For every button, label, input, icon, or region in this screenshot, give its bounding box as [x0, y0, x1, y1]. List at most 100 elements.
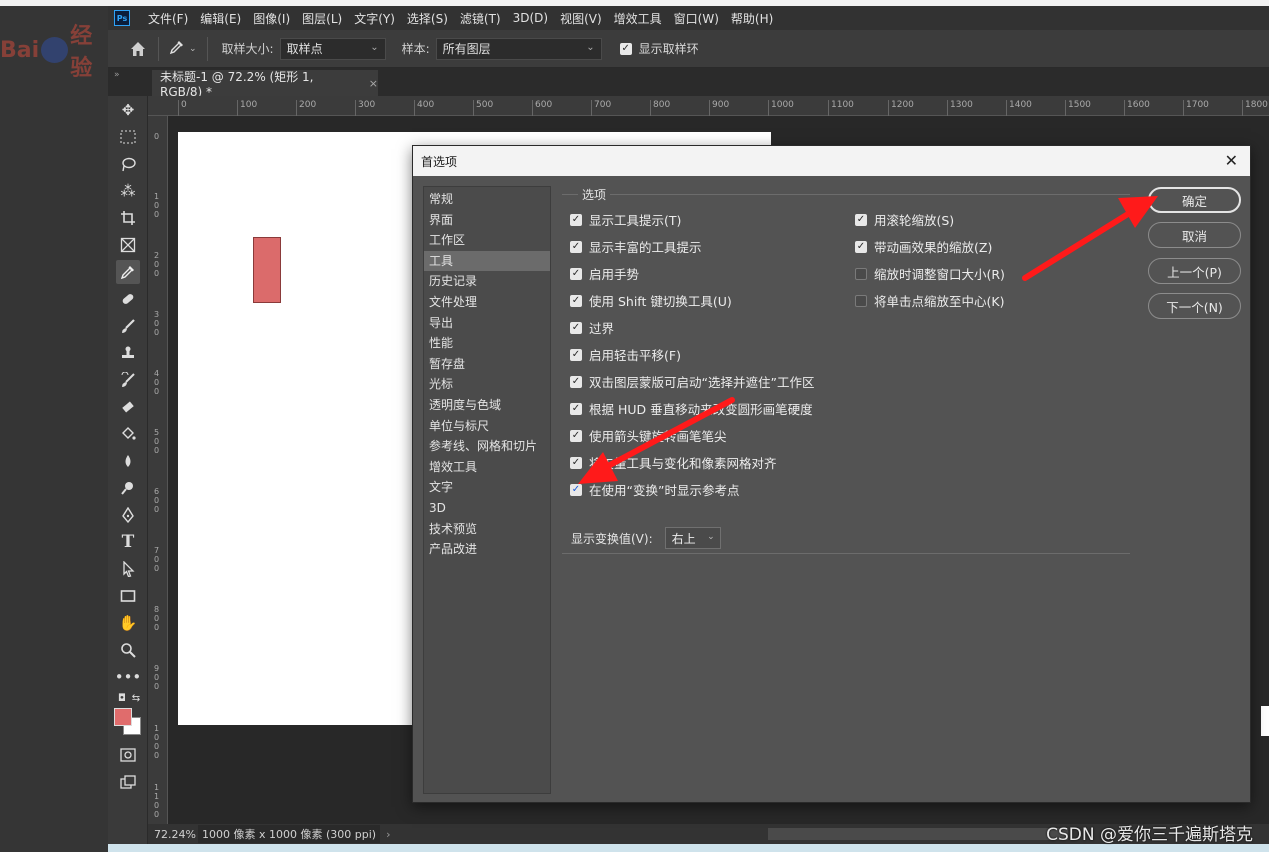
menu-type[interactable]: 文字(Y): [348, 10, 401, 27]
nav-item-general[interactable]: 常规: [424, 189, 550, 210]
sample-size-select[interactable]: 取样点 ⌄: [279, 37, 386, 60]
nav-item-guides[interactable]: 参考线、网格和切片: [424, 436, 550, 457]
checkbox-hud-hardness[interactable]: ✓ 根据 HUD 垂直移动来改变圆形画笔硬度: [570, 399, 813, 418]
toolbar-collapse[interactable]: »: [108, 68, 148, 96]
checkbox-shift-switch[interactable]: ✓ 使用 Shift 键切换工具(U): [570, 291, 732, 310]
show-sampling-ring-checkbox[interactable]: ✓ 显示取样环: [619, 40, 699, 57]
checkbox-zoom-scroll[interactable]: ✓ 用滚轮缩放(S): [855, 210, 954, 229]
nav-item-plugins[interactable]: 增效工具: [424, 457, 550, 478]
ok-button[interactable]: 确定: [1148, 187, 1241, 213]
blur-tool-icon[interactable]: [116, 449, 140, 473]
pen-tool-icon[interactable]: [116, 503, 140, 527]
crop-tool-icon[interactable]: [116, 206, 140, 230]
nav-item-product-improvement[interactable]: 产品改进: [424, 539, 550, 560]
checkbox-checked-icon: ✓: [855, 240, 867, 253]
nav-item-cursors[interactable]: 光标: [424, 374, 550, 395]
stamp-tool-icon[interactable]: [116, 341, 140, 365]
transform-values-select[interactable]: 右上 ⌄: [664, 527, 721, 549]
nav-item-scratch-disks[interactable]: 暂存盘: [424, 354, 550, 375]
ruler-tick: 1100: [828, 100, 854, 116]
history-brush-icon[interactable]: [116, 368, 140, 392]
nav-item-interface[interactable]: 界面: [424, 210, 550, 231]
menu-file[interactable]: 文件(F): [142, 10, 194, 27]
checkbox-label: 双击图层蒙版可启动“选择并遮住”工作区: [589, 375, 815, 390]
dodge-tool-icon[interactable]: [116, 476, 140, 500]
menu-plugins[interactable]: 增效工具: [608, 10, 668, 27]
paint-bucket-icon[interactable]: [116, 422, 140, 446]
checkbox-arrow-rotate-tip[interactable]: ✓ 使用箭头键旋转画笔笔尖: [570, 426, 727, 445]
close-icon[interactable]: ✕: [1225, 151, 1238, 170]
marquee-tool-icon[interactable]: [116, 125, 140, 149]
frame-tool-icon[interactable]: [116, 233, 140, 257]
nav-item-tech-preview[interactable]: 技术预览: [424, 519, 550, 540]
horizontal-scrollbar[interactable]: [768, 828, 1068, 840]
menu-image[interactable]: 图像(I): [247, 10, 296, 27]
healing-brush-icon[interactable]: [116, 287, 140, 311]
nav-item-type[interactable]: 文字: [424, 477, 550, 498]
nav-item-history[interactable]: 历史记录: [424, 271, 550, 292]
ruler-tick: 900: [709, 100, 729, 116]
menu-help[interactable]: 帮助(H): [725, 10, 779, 27]
swap-colors-icon[interactable]: ⇆: [124, 686, 148, 710]
screen-mode-icon[interactable]: [116, 770, 140, 794]
lasso-tool-icon[interactable]: [116, 152, 140, 176]
menu-select[interactable]: 选择(S): [401, 10, 454, 27]
menu-filter[interactable]: 滤镜(T): [454, 10, 507, 27]
menu-view[interactable]: 视图(V): [554, 10, 608, 27]
checkbox-zoom-clicked-center[interactable]: 将单击点缩放至中心(K): [855, 291, 1004, 310]
previous-button[interactable]: 上一个(P): [1148, 258, 1241, 284]
nav-item-transparency[interactable]: 透明度与色域: [424, 395, 550, 416]
nav-item-file-handling[interactable]: 文件处理: [424, 292, 550, 313]
outer-margin: [0, 6, 108, 852]
checkbox-show-tooltips[interactable]: ✓ 显示工具提示(T): [570, 210, 681, 229]
chevron-down-icon[interactable]: ⌄: [189, 44, 197, 54]
foreground-color-swatch[interactable]: [114, 708, 132, 726]
cancel-button[interactable]: 取消: [1148, 222, 1241, 248]
nav-item-tools[interactable]: 工具: [424, 250, 550, 272]
checkbox-snap-vector[interactable]: ✓ 将矢量工具与变化和像素网格对齐: [570, 453, 777, 472]
brush-tool-icon[interactable]: [116, 314, 140, 338]
menu-window[interactable]: 窗口(W): [668, 10, 725, 27]
document-tab[interactable]: 未标题-1 @ 72.2% (矩形 1, RGB/8) * ×: [152, 70, 378, 99]
zoom-level[interactable]: 72.24%: [148, 828, 198, 841]
rectangle-tool-icon[interactable]: [116, 584, 140, 608]
baidu-paw-icon: [41, 37, 69, 63]
menu-layer[interactable]: 图层(L): [296, 10, 348, 27]
checkbox-rich-tooltips[interactable]: ✓ 显示丰富的工具提示: [570, 237, 702, 256]
next-button[interactable]: 下一个(N): [1148, 293, 1241, 319]
menu-3d[interactable]: 3D(D): [507, 11, 554, 25]
checkbox-label: 过界: [589, 321, 615, 336]
nav-item-3d[interactable]: 3D: [424, 498, 550, 519]
close-icon[interactable]: ×: [369, 77, 378, 90]
hand-tool-icon[interactable]: ✋: [116, 611, 140, 635]
checkbox-zoom-resize-window[interactable]: 缩放时调整窗口大小(R): [855, 264, 1005, 283]
eyedropper-tool-icon[interactable]: [116, 260, 140, 284]
magic-wand-icon[interactable]: ⁂: [116, 179, 140, 203]
eyedropper-preset-icon[interactable]: [169, 39, 185, 59]
checkbox-flick-panning[interactable]: ✓ 启用轻击平移(F): [570, 345, 681, 364]
chevron-right-icon[interactable]: ›: [386, 828, 390, 841]
type-tool-icon[interactable]: T: [116, 530, 140, 554]
nav-item-units[interactable]: 单位与标尺: [424, 416, 550, 437]
nav-item-workspace[interactable]: 工作区: [424, 230, 550, 251]
checkbox-overscroll[interactable]: ✓ 过界: [570, 318, 614, 337]
checkbox-animated-zoom[interactable]: ✓ 带动画效果的缩放(Z): [855, 237, 992, 256]
eraser-tool-icon[interactable]: [116, 395, 140, 419]
zoom-tool-icon[interactable]: [116, 638, 140, 662]
nav-item-performance[interactable]: 性能: [424, 333, 550, 354]
checkbox-show-reference-point[interactable]: ✓ 在使用“变换”时显示参考点: [570, 480, 739, 499]
ruler-tick: 900: [154, 664, 160, 691]
menu-edit[interactable]: 编辑(E): [194, 10, 247, 27]
quick-mask-icon[interactable]: [116, 743, 140, 767]
checkbox-select-and-mask[interactable]: ✓ 双击图层蒙版可启动“选择并遮住”工作区: [570, 372, 814, 391]
nav-item-export[interactable]: 导出: [424, 313, 550, 334]
document-tab-bar: 未标题-1 @ 72.2% (矩形 1, RGB/8) * ×: [148, 68, 1269, 99]
checkbox-gestures[interactable]: ✓ 启用手势: [570, 264, 639, 283]
home-icon[interactable]: [128, 39, 148, 59]
ruler-tick: 500: [154, 428, 160, 455]
rectangle-layer-shape[interactable]: [253, 237, 281, 303]
ruler-tick: 1000: [768, 100, 794, 116]
move-tool-icon[interactable]: ✥: [116, 98, 140, 122]
path-selection-icon[interactable]: [116, 557, 140, 581]
sample-select[interactable]: 所有图层 ⌄: [435, 37, 602, 60]
